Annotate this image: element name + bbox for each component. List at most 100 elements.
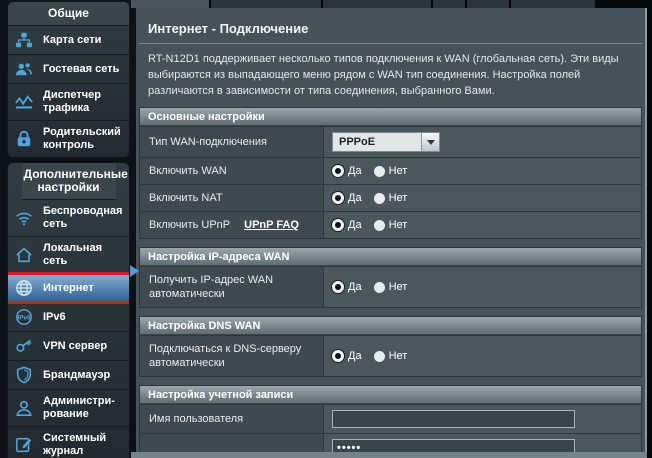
radio-no-label: Нет [389,192,408,204]
sidebar-item-guest-network[interactable]: Гостевая сеть [8,55,129,84]
sidebar-item-label: Родительский контроль [37,126,125,152]
field-label: Имя пользователя [140,405,324,433]
sidebar-item-system-log[interactable]: Системный журнал [8,427,129,458]
sidebar-group-advanced: Дополнительные настройки Беспроводная се… [8,163,129,458]
bottom-edge-bar [131,452,647,458]
radio-yes[interactable] [332,219,344,231]
ipv6-globe-icon: IPv6 [15,308,37,326]
tab-segment[interactable] [467,0,509,8]
row-enable-nat: Включить NAT Да Нет [140,184,641,211]
sidebar-section-title: Дополнительные настройки [22,163,116,200]
shield-icon [15,366,37,384]
sidebar-item-label: Брандмауэр [37,369,110,382]
radio-yes-label: Да [348,350,362,362]
sidebar-item-vpn-server[interactable]: VPN сервер [8,332,129,361]
sidebar-item-label: Гостевая сеть [37,63,119,76]
section-wan-dns: Настройка DNS WAN Подключаться к DNS-сер… [139,316,642,377]
chevron-down-icon[interactable] [421,133,439,151]
top-tab-strip [131,0,595,8]
sidebar-item-wireless[interactable]: Беспроводная сеть [8,200,129,237]
radio-no-label: Нет [389,219,408,231]
log-pencil-icon [15,436,37,454]
sidebar-item-label: Системный журнал [37,432,125,458]
home-icon [15,246,37,264]
globe-icon [15,279,37,297]
enable-wan-radio-group: Да Нет [332,165,419,177]
radio-no[interactable] [374,166,385,177]
radio-no-label: Нет [389,350,408,362]
sidebar-item-internet[interactable]: Интернет [8,274,129,303]
sidebar-item-label: Локальная сеть [37,242,125,268]
section-header: Настройка DNS WAN [140,317,641,335]
row-enable-wan: Включить WAN Да Нет [140,157,641,184]
section-account: Настройка учетной записи Имя пользовател… [139,385,642,452]
radio-no[interactable] [374,282,385,293]
sidebar-item-label: Администри- рование [37,395,125,421]
radio-yes-label: Да [348,165,362,177]
section-header: Настройка учетной записи [140,386,641,404]
sidebar-item-administration[interactable]: Администри- рование [8,390,129,427]
network-map-icon [15,31,37,49]
guest-network-icon [15,60,37,78]
vpn-key-icon [15,337,37,355]
radio-no[interactable] [374,351,385,362]
router-admin-page: Общие Карта сети Гостевая сеть Диспетчер… [0,0,652,458]
sidebar-item-network-map[interactable]: Карта сети [8,26,129,55]
sidebar-item-label: Интернет [37,282,94,295]
sidebar-item-label: Карта сети [37,34,101,47]
active-item-arrow-icon [130,265,139,277]
sidebar-item-firewall[interactable]: Брандмауэр [8,361,129,390]
row-username: Имя пользователя [140,404,641,433]
tab-segment[interactable] [323,0,431,8]
auto-dns-radio-group: Да Нет [332,350,419,362]
main-panel: Интернет - Подключение RT-N12D1 поддержи… [136,8,647,452]
enable-upnp-radio-group: Да Нет [332,219,419,231]
radio-yes[interactable] [332,350,344,362]
wifi-icon [15,209,37,227]
field-label: Получить IP-адрес WAN автоматически [140,267,324,307]
page-description: RT-N12D1 поддерживает несколько типов по… [148,51,631,99]
tab-segment[interactable] [433,0,465,8]
wan-type-select[interactable]: PPPoE [332,132,440,152]
sidebar-item-parental-control[interactable]: Родительский контроль [8,121,129,157]
row-password: Пароль Показать пароль [140,433,641,452]
field-label: Включить NAT [140,185,324,211]
svg-text:IPv6: IPv6 [18,315,31,322]
radio-yes-label: Да [348,192,362,204]
auto-ip-radio-group: Да Нет [332,281,419,293]
row-wan-type: Тип WAN-подключения PPPoE [140,126,641,157]
radio-yes-label: Да [348,281,362,293]
radio-no[interactable] [374,220,385,231]
field-label: Включить WAN [140,158,324,184]
section-header: Настройка IP-адреса WAN [140,248,641,266]
radio-no[interactable] [374,193,385,204]
enable-nat-radio-group: Да Нет [332,192,419,204]
title-divider [139,43,642,44]
radio-yes[interactable] [332,281,344,293]
row-auto-ip: Получить IP-адрес WAN автоматически Да Н… [140,266,641,307]
section-wan-ip: Настройка IP-адреса WAN Получить IP-адре… [139,247,642,308]
radio-yes-label: Да [348,219,362,231]
sidebar-item-ipv6[interactable]: IPv6 IPv6 [8,303,129,332]
upnp-faq-link[interactable]: UPnP FAQ [244,218,299,232]
field-label: Включить UPnP [149,218,230,232]
sidebar-item-label: Беспроводная сеть [37,205,125,231]
tab-segment[interactable] [131,0,209,8]
radio-no-label: Нет [389,165,408,177]
tab-segment[interactable] [511,0,595,8]
admin-person-icon [15,399,37,417]
radio-yes[interactable] [332,192,344,204]
sidebar-group-general: Общие Карта сети Гостевая сеть Диспетчер… [8,2,129,157]
sidebar-item-lan[interactable]: Локальная сеть [8,237,129,274]
tab-segment[interactable] [211,0,321,8]
radio-no-label: Нет [389,281,408,293]
row-enable-upnp: Включить UPnP UPnP FAQ Да Нет [140,211,641,238]
username-input[interactable] [332,410,575,428]
password-input[interactable] [332,439,575,452]
sidebar-item-traffic-manager[interactable]: Диспетчер трафика [8,84,129,121]
field-label: Подключаться к DNS-серверу автоматически [140,336,324,376]
wan-type-selected-value: PPPoE [333,136,421,148]
sidebar-item-label: IPv6 [37,311,66,324]
radio-yes[interactable] [332,165,344,177]
sidebar: Общие Карта сети Гостевая сеть Диспетчер… [8,2,129,458]
